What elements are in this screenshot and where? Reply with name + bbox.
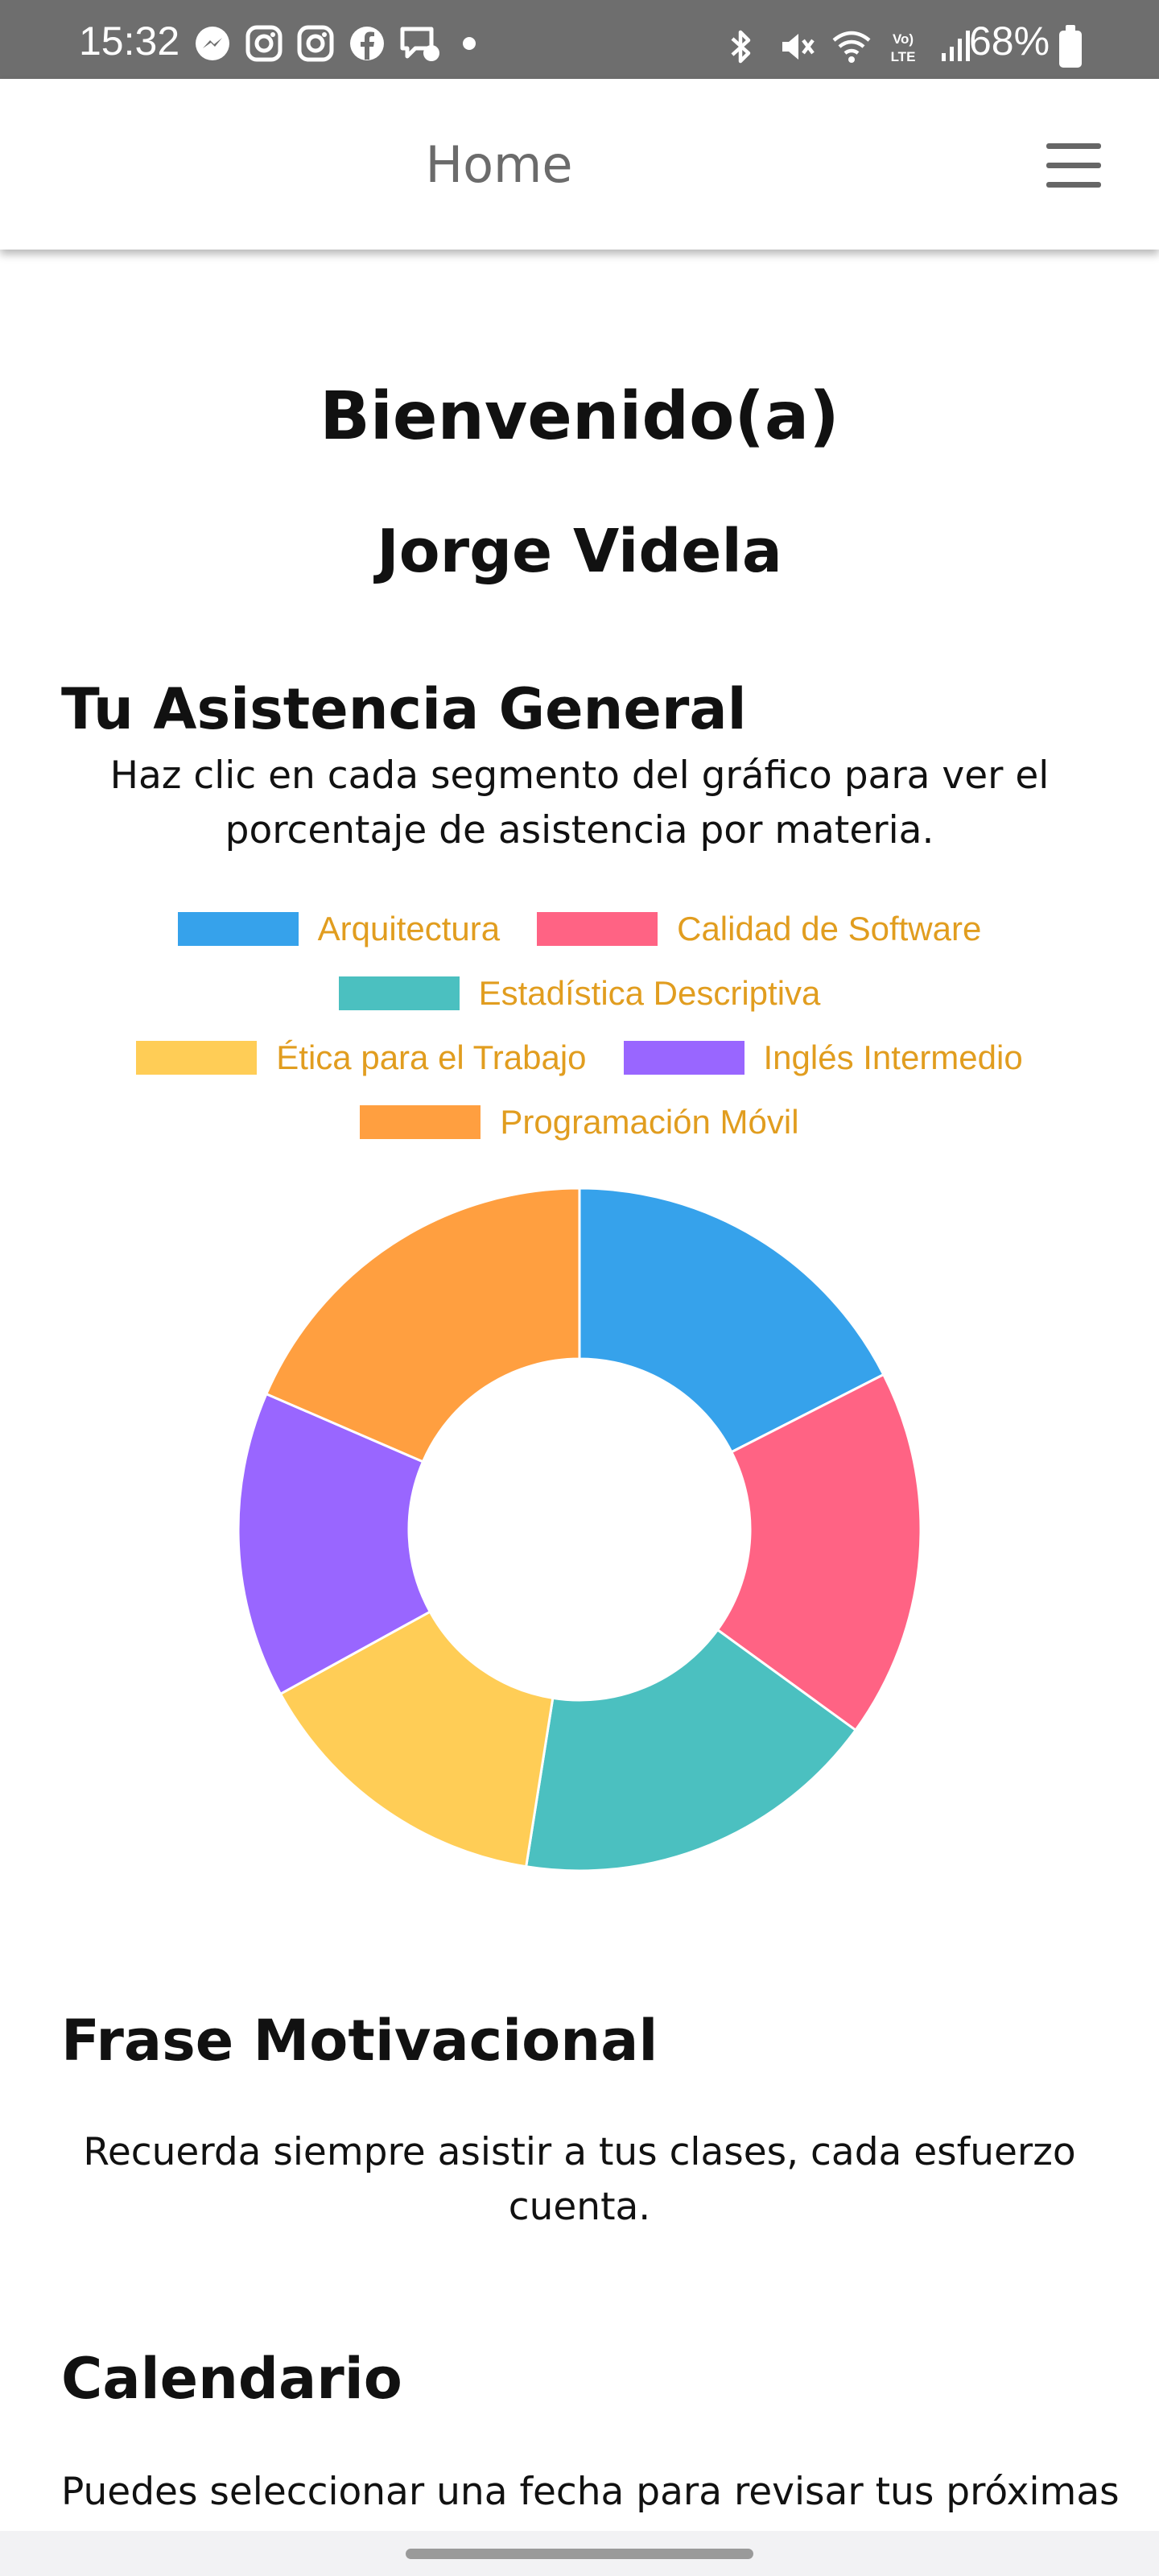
calendar-description: Puedes seleccionar una fecha para revisa… — [61, 2470, 1120, 2514]
hamburger-menu-icon[interactable] — [1038, 143, 1109, 193]
legend-item[interactable]: Programación Móvil — [360, 1103, 799, 1141]
attendance-title: Tu Asistencia General — [61, 676, 747, 742]
battery-percentage: 68% — [969, 19, 1050, 64]
legend-item[interactable]: Calidad de Software — [537, 910, 981, 948]
legend-label: Programación Móvil — [500, 1103, 799, 1141]
user-name: Jorge Videla — [377, 517, 782, 586]
legend-item[interactable]: Arquitectura — [177, 910, 501, 948]
status-time: 15:32 — [79, 19, 180, 64]
battery-icon — [1059, 25, 1082, 68]
more-notifications-dot — [463, 37, 476, 50]
messenger-icon — [193, 24, 235, 63]
page-title: Home — [425, 135, 573, 194]
svg-text:LTE: LTE — [891, 49, 916, 64]
attendance-instructions: Haz clic en cada segmento del gráfico pa… — [109, 753, 1050, 852]
motivation-quote: Recuerda siempre asistir a tus clases, c… — [83, 2130, 1076, 2229]
motivation-title: Frase Motivacional — [61, 2008, 658, 2074]
instagram-icon — [245, 24, 287, 63]
legend-item[interactable]: Ética para el Trabajo — [136, 1038, 587, 1077]
legend-swatch — [360, 1105, 481, 1139]
notification-icons — [193, 24, 441, 63]
legend-swatch — [338, 976, 460, 1010]
legend-item[interactable]: Estadística Descriptiva — [338, 974, 821, 1013]
attendance-donut-chart[interactable] — [0, 1175, 1159, 1884]
calendar-title: Calendario — [61, 2346, 402, 2412]
status-bar: 15:32 Vo) LTE 68% — [0, 0, 1159, 79]
legend-swatch — [537, 912, 658, 946]
bluetooth-icon — [724, 27, 765, 66]
mute-icon — [777, 27, 818, 66]
instagram-icon — [296, 24, 338, 63]
welcome-heading: Bienvenido(a) — [320, 378, 839, 455]
legend-label: Ética para el Trabajo — [276, 1038, 587, 1076]
app-bar: Home — [0, 79, 1159, 250]
system-icons: Vo) LTE — [724, 27, 977, 66]
chart-legend: Arquitectura Calidad de Software Estadísti… — [105, 910, 1054, 1141]
legend-swatch — [623, 1041, 744, 1075]
svg-text:Vo): Vo) — [893, 31, 914, 47]
gesture-handle[interactable] — [406, 2549, 753, 2559]
legend-swatch — [177, 912, 299, 946]
legend-label: Calidad de Software — [677, 910, 982, 947]
legend-item[interactable]: Inglés Intermedio — [623, 1038, 1023, 1077]
legend-label: Arquitectura — [317, 910, 501, 947]
facebook-icon — [348, 24, 390, 63]
system-navigation-bar — [0, 2531, 1159, 2576]
wifi-icon — [831, 27, 871, 66]
legend-label: Inglés Intermedio — [763, 1038, 1023, 1076]
chat-icon — [399, 24, 441, 63]
volte-icon: Vo) LTE — [884, 27, 924, 66]
legend-label: Estadística Descriptiva — [478, 974, 821, 1012]
legend-swatch — [136, 1041, 258, 1075]
